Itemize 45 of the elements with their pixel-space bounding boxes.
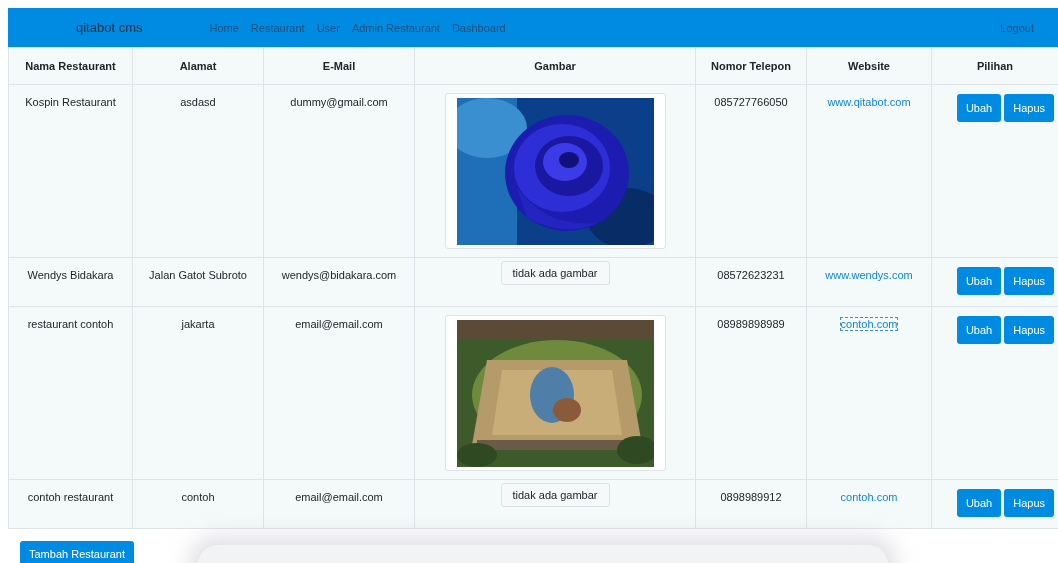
no-image-button[interactable]: tidak ada gambar — [500, 261, 610, 285]
website-link[interactable]: contoh.com — [840, 318, 898, 330]
column-header: Nomor Telepon — [711, 60, 791, 72]
table-cell: wendys@bidakara.com — [281, 269, 397, 281]
brand-title[interactable]: qitabot cms — [76, 20, 143, 35]
delete-button[interactable]: Hapus — [1004, 267, 1054, 295]
edit-button[interactable]: Ubah — [956, 94, 1002, 122]
nav-link[interactable]: User — [316, 21, 340, 34]
table-cell: dummy@gmail.com — [290, 96, 388, 108]
table-cell: email@email.com — [295, 318, 383, 330]
column-header: Nama Restaurant — [25, 60, 116, 72]
table-cell: 08572623231 — [717, 269, 785, 281]
table-cell: contoh — [181, 491, 215, 503]
website-link[interactable]: contoh.com — [840, 491, 898, 503]
table-cell: Wendys Bidakara — [27, 269, 114, 281]
table-cell: contoh restaurant — [27, 491, 114, 503]
delete-button[interactable]: Hapus — [1004, 94, 1054, 122]
table-cell: 085727766050 — [714, 96, 788, 108]
column-header: Gambar — [534, 60, 576, 72]
delete-button[interactable]: Hapus — [1004, 489, 1054, 517]
nav-link[interactable]: Dashboard — [451, 21, 506, 34]
edit-button[interactable]: Ubah — [956, 316, 1002, 344]
table-cell: jakarta — [181, 318, 215, 330]
table-cell: email@email.com — [295, 491, 383, 503]
no-image-button[interactable]: tidak ada gambar — [500, 483, 610, 507]
website-link[interactable]: www.qitabot.com — [827, 96, 911, 108]
table-cell: asdasd — [180, 96, 216, 108]
website-link[interactable]: www.wendys.com — [825, 269, 913, 281]
add-restaurant-button[interactable]: Tambah Restaurant — [20, 541, 134, 563]
table-cell: Kospin Restaurant — [25, 96, 116, 108]
column-header: E-Mail — [322, 60, 356, 72]
table-cell: restaurant contoh — [27, 318, 114, 330]
table-cell: 0898989912 — [720, 491, 782, 503]
column-header: Pilihan — [976, 60, 1014, 72]
nav-link[interactable]: Home — [209, 21, 239, 34]
column-header: Website — [848, 60, 890, 72]
nav-link[interactable]: Admin Restaurant — [351, 21, 440, 34]
table-cell: Jalan Gatot Subroto — [149, 269, 247, 281]
edit-button[interactable]: Ubah — [956, 267, 1002, 295]
column-header: Alamat — [179, 60, 217, 72]
delete-button[interactable]: Hapus — [1004, 316, 1054, 344]
nav-link[interactable]: Restaurant — [250, 21, 305, 34]
table-cell: 08989898989 — [717, 318, 785, 330]
edit-button[interactable]: Ubah — [956, 489, 1002, 517]
logout-link[interactable]: Logout — [1000, 21, 1034, 34]
